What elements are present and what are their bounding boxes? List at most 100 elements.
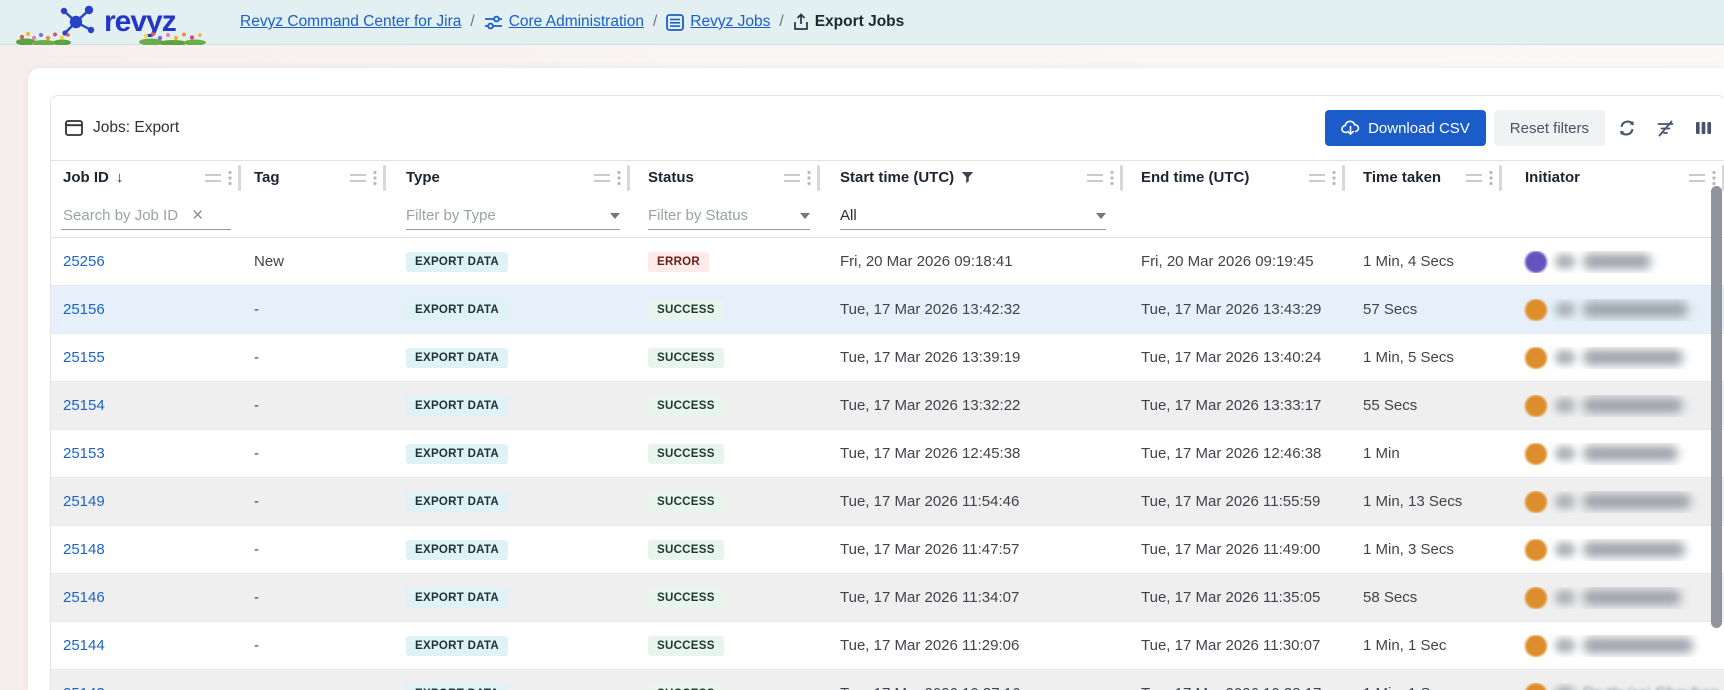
filter-cell xyxy=(1502,194,1724,237)
type-filter-select[interactable]: Filter by Type xyxy=(406,202,620,230)
column-header-end-time-utc[interactable]: End time (UTC) xyxy=(1123,161,1345,194)
job-id-link[interactable]: 25143 xyxy=(63,685,105,690)
table-row[interactable]: 25153 - EXPORT DATA SUCCESS Tue, 17 Mar … xyxy=(51,430,1724,478)
end-time-cell: Tue, 17 Mar 2026 11:49:00 xyxy=(1141,541,1321,558)
initiator-name-redacted xyxy=(1555,638,1575,653)
column-header-time-taken[interactable]: Time taken xyxy=(1345,161,1502,194)
column-settings-button[interactable] xyxy=(1687,112,1719,144)
column-header-job-id[interactable]: Job ID ↓ xyxy=(51,161,241,194)
refresh-button[interactable] xyxy=(1611,112,1643,144)
initiator-name-redacted xyxy=(1583,542,1685,557)
drag-handle-icon[interactable] xyxy=(1466,173,1482,182)
table-row[interactable]: 25146 - EXPORT DATA SUCCESS Tue, 17 Mar … xyxy=(51,574,1724,622)
drag-handle-icon[interactable] xyxy=(594,173,610,182)
job-id-link[interactable]: 25144 xyxy=(63,637,105,654)
table-row[interactable]: 25148 - EXPORT DATA SUCCESS Tue, 17 Mar … xyxy=(51,526,1724,574)
kebab-menu-icon[interactable] xyxy=(807,170,811,186)
time-taken-cell: 58 Secs xyxy=(1363,589,1418,606)
column-header-type[interactable]: Type xyxy=(386,161,630,194)
filter-cell: All xyxy=(820,194,1123,237)
job-id-link[interactable]: 25149 xyxy=(63,493,105,510)
breadcrumb-link-command-center[interactable]: Revyz Command Center for Jira xyxy=(240,13,461,31)
table-header: Job ID ↓ Tag Type Status Start time (UTC) End … xyxy=(51,160,1724,194)
filter-cell: Filter by Type xyxy=(386,194,630,237)
tag-cell: - xyxy=(254,445,259,462)
column-label: Start time (UTC) xyxy=(840,169,955,186)
tag-cell: - xyxy=(254,589,259,606)
job-id-link[interactable]: 25153 xyxy=(63,445,105,462)
filter-placeholder: Filter by Status xyxy=(648,207,749,224)
filter-cell xyxy=(241,194,386,237)
job-id-link[interactable]: 25154 xyxy=(63,397,105,414)
table-row[interactable]: 25154 - EXPORT DATA SUCCESS Tue, 17 Mar … xyxy=(51,382,1724,430)
initiator-name-redacted xyxy=(1555,254,1575,269)
job-id-link[interactable]: 25148 xyxy=(63,541,105,558)
initiator-cell: Pruthviraj Chavhan xyxy=(1502,682,1724,690)
initiator-name-redacted xyxy=(1555,446,1575,461)
kebab-menu-icon[interactable] xyxy=(1110,170,1114,186)
sort-desc-icon[interactable]: ↓ xyxy=(116,169,124,186)
type-badge: EXPORT DATA xyxy=(406,251,509,272)
breadcrumb-link-core-administration[interactable]: Core Administration xyxy=(509,13,644,31)
clear-filters-button[interactable] xyxy=(1649,112,1681,144)
drag-handle-icon[interactable] xyxy=(1689,173,1705,182)
breadcrumb: Revyz Command Center for Jira / Core Adm… xyxy=(240,0,904,44)
initiator-name-redacted xyxy=(1555,494,1575,509)
type-badge: EXPORT DATA xyxy=(406,587,509,608)
drag-handle-icon[interactable] xyxy=(1087,173,1103,182)
job-id-filter-input[interactable]: Search by Job ID × xyxy=(61,202,231,230)
start-time-cell: Tue, 17 Mar 2026 13:32:22 xyxy=(840,397,1021,414)
table-row[interactable]: 25256 New EXPORT DATA ERROR Fri, 20 Mar … xyxy=(51,238,1724,286)
download-csv-button[interactable]: Download CSV xyxy=(1325,110,1486,146)
kebab-menu-icon[interactable] xyxy=(1489,170,1493,186)
breadcrumb-link-revyz-jobs[interactable]: Revyz Jobs xyxy=(690,13,770,31)
start-time-utc-filter-select[interactable]: All xyxy=(840,202,1106,230)
column-header-tag[interactable]: Tag xyxy=(241,161,386,194)
chevron-down-icon[interactable] xyxy=(800,212,810,219)
status-filter-select[interactable]: Filter by Status xyxy=(648,202,810,230)
table-row[interactable]: 25149 - EXPORT DATA SUCCESS Tue, 17 Mar … xyxy=(51,478,1724,526)
avatar xyxy=(1525,538,1547,561)
job-id-link[interactable]: 25155 xyxy=(63,349,105,366)
end-time-cell: Tue, 17 Mar 2026 11:55:59 xyxy=(1141,493,1321,510)
initiator-name-redacted xyxy=(1555,542,1575,557)
avatar xyxy=(1525,394,1547,417)
status-badge: SUCCESS xyxy=(648,395,724,416)
start-time-cell: Tue, 17 Mar 2026 10:37:16 xyxy=(820,685,1123,690)
drag-handle-icon[interactable] xyxy=(784,173,800,182)
kebab-menu-icon[interactable] xyxy=(1332,170,1336,186)
time-taken-cell: 1 Min, 1 Sec xyxy=(1345,685,1502,690)
chevron-down-icon[interactable] xyxy=(1096,212,1106,219)
time-taken-cell: 55 Secs xyxy=(1363,397,1418,414)
time-taken-cell: 1 Min, 5 Secs xyxy=(1363,349,1454,366)
clear-icon[interactable]: × xyxy=(192,206,203,225)
initiator-cell xyxy=(1502,634,1724,657)
chevron-down-icon[interactable] xyxy=(610,212,620,219)
kebab-menu-icon[interactable] xyxy=(617,170,621,186)
table-row[interactable]: 25144 - EXPORT DATA SUCCESS Tue, 17 Mar … xyxy=(51,622,1724,670)
job-id-link[interactable]: 25256 xyxy=(63,253,105,270)
vertical-scrollbar-thumb[interactable] xyxy=(1711,186,1722,628)
job-id-link[interactable]: 25156 xyxy=(63,301,105,318)
column-header-start-time-utc[interactable]: Start time (UTC) xyxy=(820,161,1123,194)
drag-handle-icon[interactable] xyxy=(1309,173,1325,182)
drag-handle-icon[interactable] xyxy=(350,173,366,182)
kebab-menu-icon[interactable] xyxy=(1712,170,1716,186)
breadcrumb-current-export-jobs: Export Jobs xyxy=(814,13,905,30)
export-icon xyxy=(793,13,809,31)
filter-cell xyxy=(1345,194,1502,237)
table-row[interactable]: 25155 - EXPORT DATA SUCCESS Tue, 17 Mar … xyxy=(51,334,1724,382)
reset-filters-button[interactable]: Reset filters xyxy=(1493,110,1605,146)
status-badge: ERROR xyxy=(648,251,710,272)
drag-handle-icon[interactable] xyxy=(205,173,221,182)
end-time-cell: Tue, 17 Mar 2026 11:35:05 xyxy=(1141,589,1321,606)
table-row[interactable]: 25143 - EXPORT DATA SUCCESS Tue, 17 Mar … xyxy=(51,670,1724,690)
column-header-initiator[interactable]: Initiator xyxy=(1502,161,1724,194)
kebab-menu-icon[interactable] xyxy=(373,170,377,186)
avatar xyxy=(1525,682,1547,690)
column-header-status[interactable]: Status xyxy=(630,161,820,194)
job-id-link[interactable]: 25146 xyxy=(63,589,105,606)
table-row[interactable]: 25156 - EXPORT DATA SUCCESS Tue, 17 Mar … xyxy=(51,286,1724,334)
initiator-name-redacted xyxy=(1583,302,1688,317)
kebab-menu-icon[interactable] xyxy=(228,170,232,186)
